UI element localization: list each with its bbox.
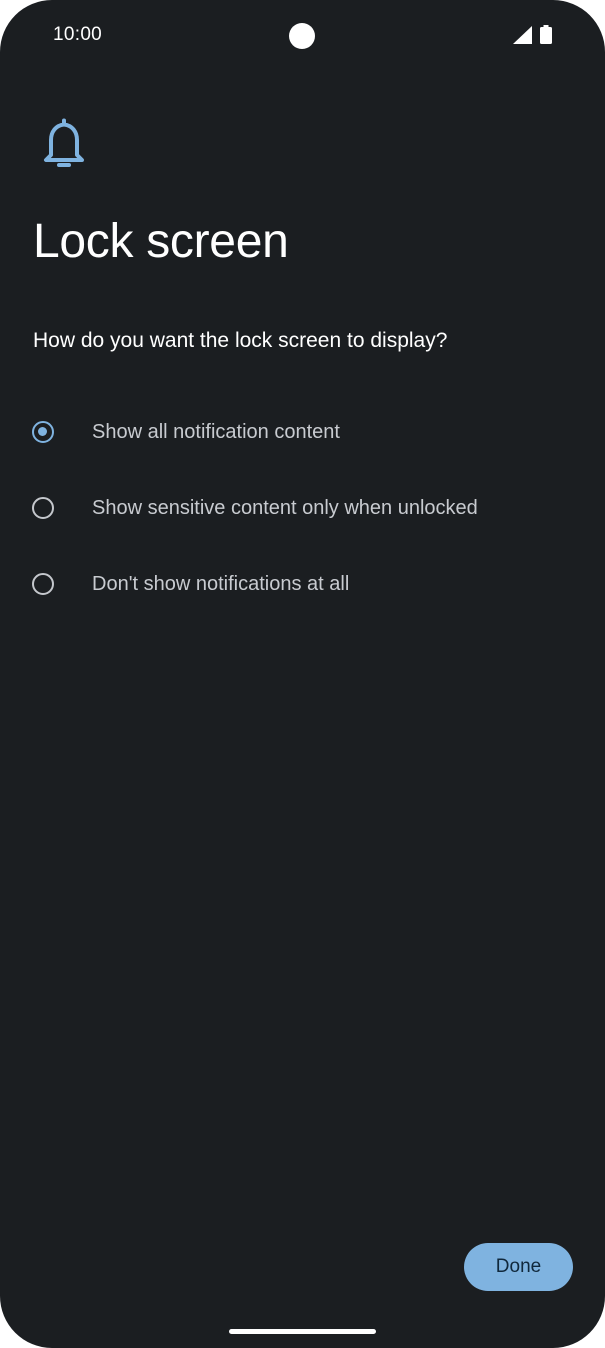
status-bar: 10:00 [0,0,605,70]
radio-button[interactable] [32,573,54,595]
navigation-gesture-handle[interactable] [229,1329,376,1334]
option-dont-show-notifications[interactable]: Don't show notifications at all [0,548,605,624]
page-subtitle: How do you want the lock screen to displ… [33,329,448,352]
done-button[interactable]: Done [464,1243,573,1291]
radio-selected-dot [38,427,47,436]
option-show-all-content[interactable]: Show all notification content [0,396,605,472]
battery-icon [540,25,552,44]
bell-icon [44,118,84,167]
notification-display-options: Show all notification content Show sensi… [0,396,605,624]
option-label: Don't show notifications at all [92,573,350,595]
lock-screen-settings-screen: 10:00 Lock screen How do you want the lo… [0,0,605,1348]
page-title: Lock screen [33,215,289,268]
camera-cutout [289,23,315,49]
cellular-signal-icon [513,26,532,44]
radio-button[interactable] [32,497,54,519]
status-time: 10:00 [53,24,103,45]
option-label: Show all notification content [92,421,340,443]
radio-button-selected[interactable] [32,421,54,443]
option-label: Show sensitive content only when unlocke… [92,497,478,519]
option-sensitive-only-when-unlocked[interactable]: Show sensitive content only when unlocke… [0,472,605,548]
